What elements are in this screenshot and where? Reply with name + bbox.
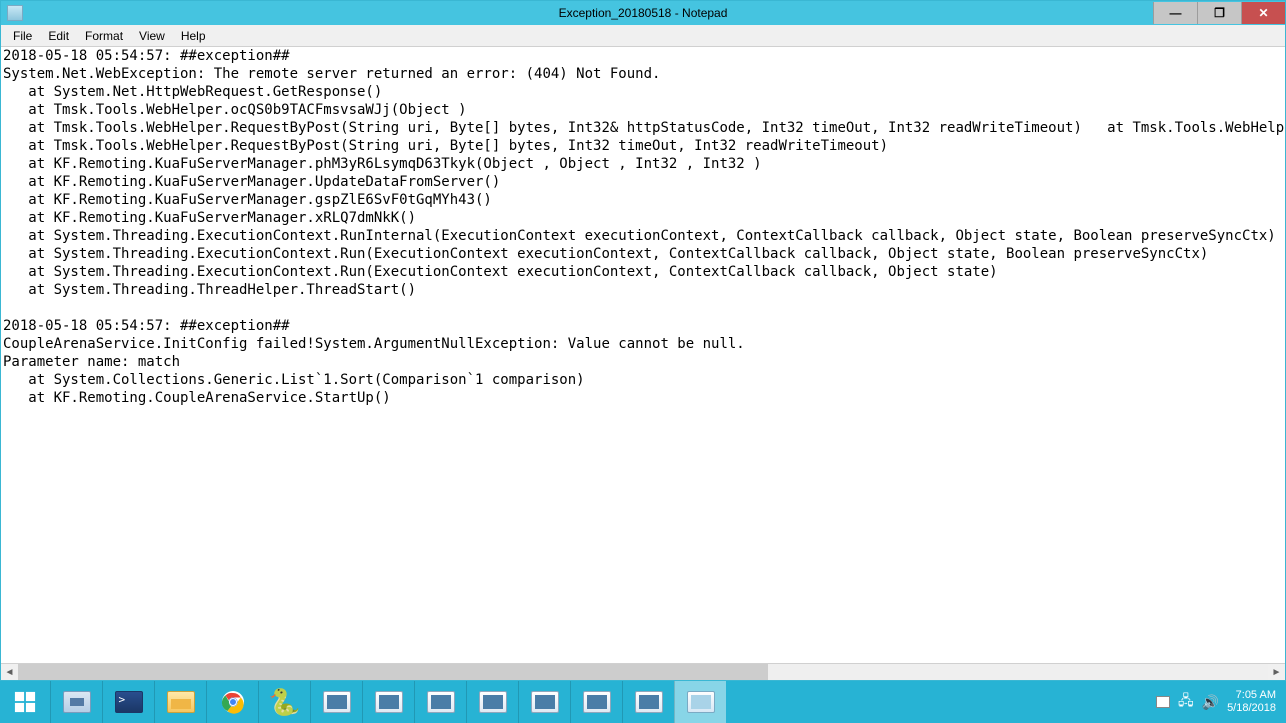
editor-area: 2018-05-18 05:54:57: ##exception## Syste… xyxy=(1,47,1285,680)
window-title: Exception_20180518 - Notepad xyxy=(1,6,1285,20)
close-button[interactable]: ✕ xyxy=(1241,2,1285,24)
menu-format[interactable]: Format xyxy=(77,27,131,45)
notepad-icon xyxy=(7,5,23,21)
taskbar-item-explorer[interactable] xyxy=(154,681,206,723)
scroll-right-arrow[interactable]: ► xyxy=(1268,664,1285,680)
app-icon xyxy=(375,691,403,713)
taskbar-item-app-2[interactable] xyxy=(362,681,414,723)
taskbar-item-app-3[interactable] xyxy=(414,681,466,723)
action-center-icon[interactable] xyxy=(1156,696,1170,708)
menu-help[interactable]: Help xyxy=(173,27,214,45)
notepad-window: Exception_20180518 - Notepad — ❐ ✕ File … xyxy=(0,0,1286,681)
horizontal-scrollbar[interactable]: ◄ ► xyxy=(1,663,1285,680)
minimize-button[interactable]: — xyxy=(1153,2,1197,24)
taskbar-item-app-6[interactable] xyxy=(570,681,622,723)
windows-logo-icon xyxy=(14,691,36,713)
powershell-icon xyxy=(115,691,143,713)
notepad-taskbar-icon xyxy=(687,691,715,713)
taskbar-item-notepad[interactable] xyxy=(674,681,726,723)
app-icon xyxy=(583,691,611,713)
window-controls: — ❐ ✕ xyxy=(1153,1,1285,25)
scroll-left-arrow[interactable]: ◄ xyxy=(1,664,18,680)
text-content[interactable]: 2018-05-18 05:54:57: ##exception## Syste… xyxy=(1,47,1285,663)
taskbar-item-python[interactable]: 🐍 xyxy=(258,681,310,723)
taskbar-item-powershell[interactable] xyxy=(102,681,154,723)
app-icon xyxy=(531,691,559,713)
menu-edit[interactable]: Edit xyxy=(40,27,77,45)
server-manager-icon xyxy=(63,691,91,713)
titlebar[interactable]: Exception_20180518 - Notepad — ❐ ✕ xyxy=(1,1,1285,25)
taskbar-item-app-5[interactable] xyxy=(518,681,570,723)
maximize-button[interactable]: ❐ xyxy=(1197,2,1241,24)
clock[interactable]: 7:05 AM 5/18/2018 xyxy=(1227,689,1276,715)
folder-icon xyxy=(167,691,195,713)
taskbar-item-app-4[interactable] xyxy=(466,681,518,723)
start-button[interactable] xyxy=(0,681,50,723)
chrome-icon xyxy=(221,690,245,714)
taskbar-item-chrome[interactable] xyxy=(206,681,258,723)
clock-time: 7:05 AM xyxy=(1227,689,1276,702)
taskbar-item-app-7[interactable] xyxy=(622,681,674,723)
app-icon xyxy=(479,691,507,713)
menu-file[interactable]: File xyxy=(5,27,40,45)
scroll-thumb[interactable] xyxy=(18,664,768,680)
scroll-track[interactable] xyxy=(18,664,1268,680)
taskbar-item-app-1[interactable] xyxy=(310,681,362,723)
network-icon[interactable]: 🖧 xyxy=(1178,690,1194,714)
system-tray: 🖧 🔊 7:05 AM 5/18/2018 xyxy=(1156,681,1286,723)
volume-icon[interactable]: 🔊 xyxy=(1202,694,1219,711)
app-icon xyxy=(635,691,663,713)
taskbar-item-server-manager[interactable] xyxy=(50,681,102,723)
taskbar: 🐍 🖧 🔊 7:05 AM 5/18/2018 xyxy=(0,681,1286,723)
app-icon xyxy=(323,691,351,713)
python-icon: 🐍 xyxy=(268,687,300,718)
app-icon xyxy=(427,691,455,713)
menu-view[interactable]: View xyxy=(131,27,173,45)
menubar: File Edit Format View Help xyxy=(1,25,1285,47)
clock-date: 5/18/2018 xyxy=(1227,702,1276,715)
